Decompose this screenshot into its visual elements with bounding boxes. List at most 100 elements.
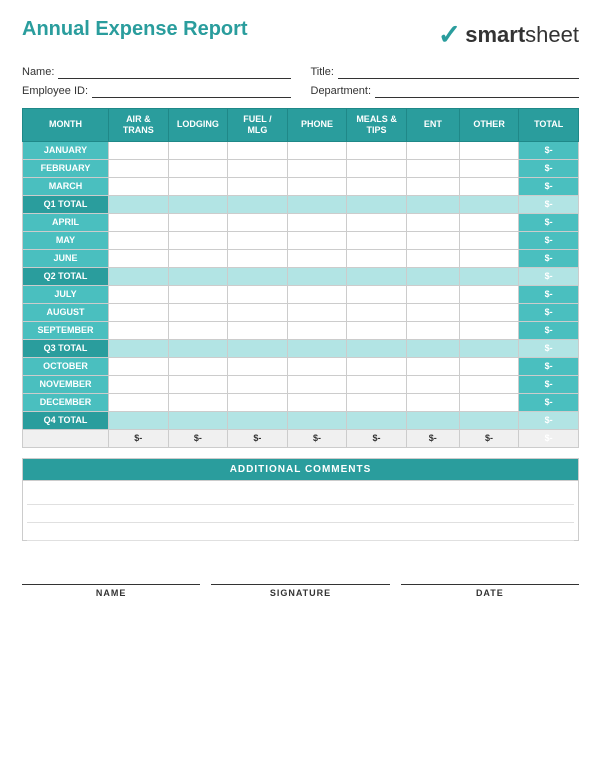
title-field[interactable]: Title: [311,65,580,79]
data-cell[interactable] [459,177,519,195]
data-cell[interactable] [406,159,459,177]
title-input-line[interactable] [338,65,579,79]
data-cell[interactable] [228,339,288,357]
data-cell[interactable] [228,159,288,177]
data-cell[interactable] [459,375,519,393]
data-cell[interactable] [168,159,228,177]
data-cell[interactable] [287,375,347,393]
data-cell[interactable] [347,411,407,429]
data-cell[interactable] [459,393,519,411]
data-cell[interactable] [109,267,169,285]
data-cell[interactable] [459,267,519,285]
data-cell[interactable] [109,411,169,429]
data-cell[interactable] [287,177,347,195]
data-cell[interactable] [287,285,347,303]
data-cell[interactable] [459,141,519,159]
data-cell[interactable] [109,303,169,321]
name-field[interactable]: Name: [22,65,291,79]
data-cell[interactable] [347,213,407,231]
data-cell[interactable] [109,321,169,339]
data-cell[interactable] [228,231,288,249]
data-cell[interactable] [347,339,407,357]
data-cell[interactable] [459,231,519,249]
data-cell[interactable] [168,339,228,357]
data-cell[interactable] [406,357,459,375]
data-cell[interactable] [109,357,169,375]
data-cell[interactable] [406,285,459,303]
data-cell[interactable] [168,393,228,411]
data-cell[interactable] [406,213,459,231]
data-cell[interactable] [347,195,407,213]
comments-body[interactable] [23,480,578,540]
data-cell[interactable] [287,267,347,285]
data-cell[interactable] [168,213,228,231]
data-cell[interactable] [287,303,347,321]
data-cell[interactable] [347,321,407,339]
data-cell[interactable] [109,231,169,249]
data-cell[interactable] [109,285,169,303]
employee-id-input-line[interactable] [92,84,290,98]
data-cell[interactable] [406,375,459,393]
data-cell[interactable] [406,411,459,429]
data-cell[interactable] [228,375,288,393]
data-cell[interactable] [228,249,288,267]
name-input-line[interactable] [58,65,290,79]
data-cell[interactable] [459,195,519,213]
data-cell[interactable] [168,357,228,375]
data-cell[interactable] [228,321,288,339]
data-cell[interactable] [109,375,169,393]
data-cell[interactable] [406,141,459,159]
data-cell[interactable] [287,159,347,177]
data-cell[interactable] [347,303,407,321]
data-cell[interactable] [168,177,228,195]
department-input-line[interactable] [375,84,579,98]
data-cell[interactable] [406,267,459,285]
data-cell[interactable] [347,285,407,303]
data-cell[interactable] [287,411,347,429]
data-cell[interactable] [287,321,347,339]
data-cell[interactable] [287,249,347,267]
data-cell[interactable] [168,141,228,159]
data-cell[interactable] [228,267,288,285]
data-cell[interactable] [168,411,228,429]
data-cell[interactable] [168,231,228,249]
data-cell[interactable] [168,285,228,303]
data-cell[interactable] [459,213,519,231]
data-cell[interactable] [287,393,347,411]
data-cell[interactable] [347,141,407,159]
data-cell[interactable] [347,177,407,195]
data-cell[interactable] [459,285,519,303]
data-cell[interactable] [168,375,228,393]
data-cell[interactable] [459,411,519,429]
data-cell[interactable] [347,267,407,285]
data-cell[interactable] [168,267,228,285]
data-cell[interactable] [109,339,169,357]
data-cell[interactable] [347,159,407,177]
data-cell[interactable] [406,321,459,339]
data-cell[interactable] [228,195,288,213]
data-cell[interactable] [109,141,169,159]
data-cell[interactable] [287,231,347,249]
data-cell[interactable] [287,213,347,231]
data-cell[interactable] [406,177,459,195]
data-cell[interactable] [459,321,519,339]
data-cell[interactable] [228,357,288,375]
data-cell[interactable] [347,231,407,249]
data-cell[interactable] [109,159,169,177]
data-cell[interactable] [228,285,288,303]
data-cell[interactable] [459,357,519,375]
data-cell[interactable] [228,141,288,159]
data-cell[interactable] [228,177,288,195]
data-cell[interactable] [459,339,519,357]
data-cell[interactable] [228,411,288,429]
data-cell[interactable] [347,249,407,267]
data-cell[interactable] [459,303,519,321]
data-cell[interactable] [109,249,169,267]
data-cell[interactable] [406,195,459,213]
data-cell[interactable] [406,303,459,321]
data-cell[interactable] [459,249,519,267]
data-cell[interactable] [287,357,347,375]
data-cell[interactable] [109,177,169,195]
data-cell[interactable] [459,159,519,177]
data-cell[interactable] [287,195,347,213]
